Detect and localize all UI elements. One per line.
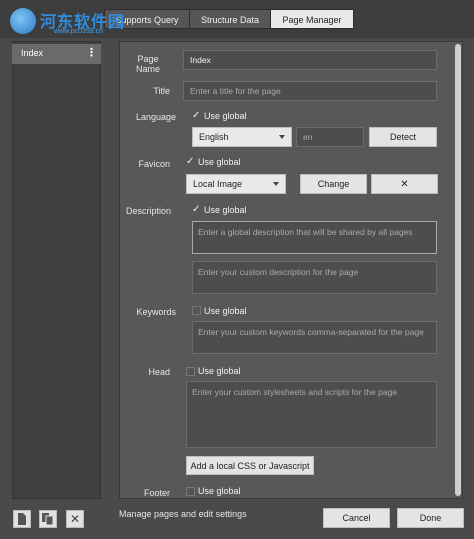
page-list [12,41,101,499]
keywords-label: Keywords [136,307,176,317]
footer-use-global-checkbox[interactable] [186,487,195,496]
chevron-down-icon [279,135,285,139]
checkmark-icon[interactable]: ✓ [192,205,200,215]
head-use-global-label: Use global [198,366,241,376]
language-code-input[interactable]: en [296,127,364,147]
duplicate-icon [42,513,54,525]
close-icon: ✕ [69,512,81,526]
watermark-url: www.pc0359.cn [54,28,104,35]
keywords-textarea[interactable]: Enter your custom keywords comma-separat… [192,321,437,354]
done-button[interactable]: Done [397,508,464,528]
new-page-icon [18,513,26,525]
footer-label: Footer [143,488,170,498]
title-input[interactable]: Enter a title for the page [183,81,437,101]
head-use-global-checkbox[interactable] [186,367,195,376]
description-use-global-label: Use global [204,205,247,215]
language-select-value: English [199,132,229,142]
keywords-use-global-label: Use global [204,306,247,316]
add-css-js-button[interactable]: Add a local CSS or Javascript [186,456,314,475]
language-use-global-label: Use global [204,111,247,121]
more-options-icon[interactable]: ⋮ [86,46,97,59]
tab-page-manager[interactable]: Page Manager [270,9,354,29]
cancel-button[interactable]: Cancel [323,508,390,528]
description-custom-textarea[interactable]: Enter your custom description for the pa… [192,261,437,294]
tab-structure-data[interactable]: Structure Data [189,9,271,29]
new-page-button[interactable] [13,510,31,528]
page-list-item-label: Index [21,48,44,58]
checkmark-icon[interactable]: ✓ [192,111,200,121]
page-name-label: Page Name [135,54,160,74]
footer-use-global-label: Use global [198,486,241,496]
checkmark-icon[interactable]: ✓ [186,157,194,167]
language-label: Language [135,112,176,122]
change-button[interactable]: Change [300,174,367,194]
head-label: Head [148,367,170,377]
page-name-input[interactable]: Index [183,50,437,70]
scrollbar[interactable] [455,44,461,496]
language-select[interactable]: English [192,127,292,147]
description-label: Description [126,206,172,216]
close-icon[interactable]: ✕ [371,174,438,194]
status-text: Manage pages and edit settings [119,509,247,519]
chevron-down-icon [273,182,279,186]
watermark-logo [10,8,36,34]
favicon-source-select[interactable]: Local Image [186,174,286,194]
favicon-use-global-label: Use global [198,157,241,167]
head-textarea[interactable]: Enter your custom stylesheets and script… [186,381,437,448]
description-global-textarea[interactable]: Enter a global description that will be … [192,221,437,254]
title-label: Title [153,86,170,96]
keywords-use-global-checkbox[interactable] [192,306,201,315]
duplicate-page-button[interactable] [39,510,57,528]
delete-page-button[interactable]: ✕ [66,510,84,528]
detect-button[interactable]: Detect [369,127,437,147]
favicon-label: Favicon [138,159,170,169]
favicon-source-value: Local Image [193,179,243,189]
